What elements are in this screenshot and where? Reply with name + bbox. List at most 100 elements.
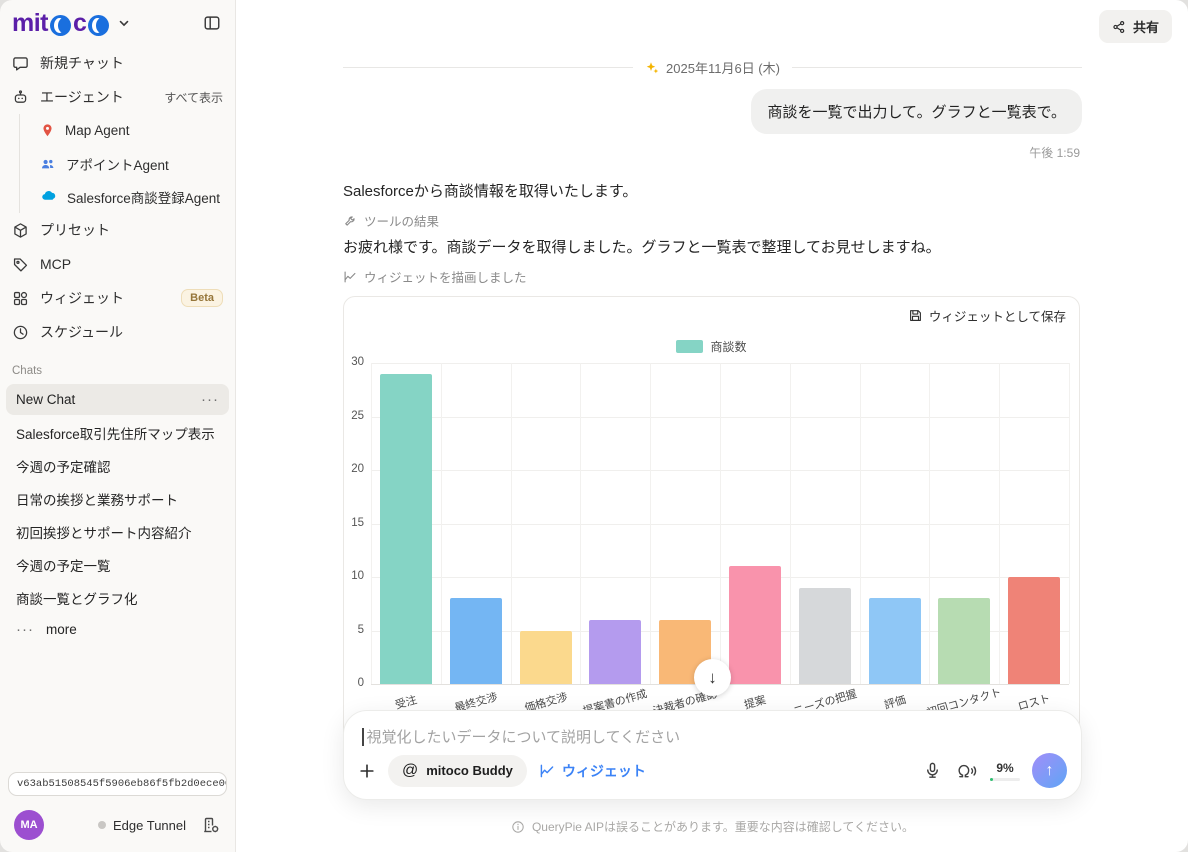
chat-item-label: New Chat — [16, 392, 201, 407]
sidebar: mitc 新規チャット エージェント すべて表示 — [0, 0, 236, 852]
sidebar-item-schedule[interactable]: スケジュール — [0, 315, 235, 349]
sidebar-item-preset[interactable]: プリセット — [0, 213, 235, 247]
gridline — [580, 363, 581, 684]
legend-swatch — [676, 340, 703, 353]
y-axis-tick: 10 — [340, 570, 364, 582]
gridline — [929, 363, 930, 684]
chevron-down-icon[interactable] — [117, 16, 131, 30]
microphone-icon[interactable] — [923, 761, 942, 780]
org-settings-icon[interactable] — [201, 815, 221, 835]
beta-badge: Beta — [181, 289, 223, 307]
edge-tunnel-status[interactable]: Edge Tunnel — [98, 818, 186, 833]
status-dot — [98, 821, 106, 829]
save-widget-button[interactable]: ウィジェットとして保存 — [908, 306, 1066, 325]
date-divider: 2025年11月6日 (木) — [343, 58, 1082, 77]
y-axis-tick: 30 — [340, 356, 364, 368]
info-icon — [511, 820, 525, 834]
mention-buddy-chip[interactable]: @ mitoco Buddy — [388, 755, 527, 787]
disclaimer-text: QueryPie AIPは誤ることがあります。重要な内容は確認してください。 — [532, 818, 914, 835]
sidebar-item-label: MCP — [40, 256, 223, 272]
gridline — [441, 363, 442, 684]
chart-legend[interactable]: 商談数 — [344, 338, 1079, 355]
sidebar-item-label: プリセット — [40, 220, 223, 240]
gridline — [371, 363, 372, 684]
widget-drawn-row[interactable]: ウィジェットを描画しました — [343, 267, 527, 286]
agent-item-salesforce[interactable]: Salesforce商談登録Agent — [20, 180, 235, 213]
logo-text-mit: mit — [12, 9, 48, 38]
agent-item-label: アポイントAgent — [66, 154, 169, 174]
message-input[interactable]: 視覚化したいデータについて説明してください — [362, 726, 1063, 747]
bar — [729, 566, 781, 684]
widget-button-label: ウィジェット — [562, 761, 646, 781]
mention-label: mitoco Buddy — [426, 763, 513, 778]
composer: 視覚化したいデータについて説明してください @ mitoco Buddy ウィジ… — [343, 710, 1082, 800]
agent-item-label: Map Agent — [65, 123, 130, 138]
share-button[interactable]: 共有 — [1099, 10, 1172, 43]
chat-list-item[interactable]: 初回挨拶とサポート内容紹介 — [6, 516, 229, 547]
widget-mode-button[interactable]: ウィジェット — [539, 761, 646, 781]
sidebar-item-label: 新規チャット — [40, 53, 223, 73]
assistant-message: Salesforceから商談情報を取得いたします。 — [343, 181, 637, 204]
y-axis-tick: 25 — [340, 410, 364, 422]
app-window: mitc 新規チャット エージェント すべて表示 — [0, 0, 1188, 852]
user-avatar[interactable]: MA — [14, 810, 44, 840]
chat-list-item[interactable]: Salesforce取引先住所マップ表示 — [6, 417, 229, 448]
widget-drawn-label: ウィジェットを描画しました — [364, 267, 527, 286]
sidebar-header: mitc — [0, 0, 235, 46]
chat-list-item[interactable]: 今週の予定確認 — [6, 450, 229, 481]
date-label: 2025年11月6日 (木) — [666, 58, 780, 77]
clock-icon — [12, 324, 29, 341]
line-chart-icon — [539, 763, 555, 779]
agents-list: Map Agent アポイントAgent Salesforce商談登録Agent — [19, 114, 235, 213]
map-pin-icon — [40, 123, 55, 138]
gridline — [790, 363, 791, 684]
disclaimer: QueryPie AIPは誤ることがあります。重要な内容は確認してください。 — [343, 818, 1082, 835]
bar — [589, 620, 641, 684]
send-button[interactable]: ↑ — [1032, 753, 1067, 788]
assistant-message: お疲れ様です。商談データを取得しました。グラフと一覧表で整理してお見せしますね。 — [343, 237, 941, 260]
people-icon — [40, 156, 56, 172]
input-placeholder: 視覚化したいデータについて説明してください — [367, 726, 681, 747]
scroll-to-bottom-button[interactable]: ↓ — [694, 659, 731, 696]
chats-section-header: Chats — [0, 349, 235, 383]
at-icon: @ — [402, 762, 418, 780]
agent-item-map[interactable]: Map Agent — [20, 114, 235, 147]
session-token-field[interactable]: v63ab51508545f5906eb86f5fb2d0ece00ac — [8, 772, 227, 796]
sidebar-item-mcp[interactable]: MCP — [0, 247, 235, 281]
gridline — [511, 363, 512, 684]
agent-item-appoint[interactable]: アポイントAgent — [20, 147, 235, 180]
tag-icon — [12, 256, 29, 273]
y-axis-tick: 20 — [340, 463, 364, 475]
edge-tunnel-label: Edge Tunnel — [113, 818, 186, 833]
usage-meter[interactable]: 9% — [990, 761, 1020, 781]
chat-list-item[interactable]: 商談一覧とグラフ化 — [6, 582, 229, 613]
sidebar-toggle-icon[interactable] — [203, 14, 221, 32]
mitoco-logo[interactable]: mitc — [12, 9, 131, 38]
chat-item-label: Salesforce取引先住所マップ表示 — [16, 423, 219, 443]
sidebar-bottom: v63ab51508545f5906eb86f5fb2d0ece00ac MA … — [0, 764, 235, 852]
chat-item-menu-icon[interactable]: ··· — [201, 391, 219, 408]
chat-list-item[interactable]: 今週の予定一覧 — [6, 549, 229, 580]
sidebar-item-agents[interactable]: エージェント すべて表示 — [0, 80, 235, 114]
agents-show-all-link[interactable]: すべて表示 — [164, 89, 223, 106]
arrow-up-icon: ↑ — [1046, 762, 1054, 780]
plus-icon[interactable] — [358, 762, 376, 780]
chat-bubble-icon — [12, 55, 29, 72]
sidebar-item-widget[interactable]: ウィジェット Beta — [0, 281, 235, 315]
chat-list-item[interactable]: New Chat ··· — [6, 384, 229, 415]
user-message-bubble: 商談を一覧で出力して。グラフと一覧表で。 — [751, 89, 1082, 134]
chat-list-item[interactable]: 日常の挨拶と業務サポート — [6, 483, 229, 514]
text-caret — [362, 728, 364, 746]
sidebar-item-new-chat[interactable]: 新規チャット — [0, 46, 235, 80]
tool-result-row[interactable]: ツールの結果 — [343, 211, 439, 230]
cube-icon — [12, 222, 29, 239]
voice-mode-icon[interactable] — [954, 761, 978, 780]
chart-plot: 051015202530受注最終交渉価格交渉提案書の作成決裁者の確認提案ニーズの… — [371, 363, 1069, 684]
chat-item-label: 今週の予定一覧 — [16, 555, 219, 575]
sidebar-item-label: エージェント — [40, 87, 153, 107]
widget-chart-card: ウィジェットとして保存 商談数 051015202530受注最終交渉価格交渉提案… — [343, 296, 1080, 770]
tool-result-label: ツールの結果 — [364, 211, 439, 230]
bar — [799, 588, 851, 684]
chats-more-button[interactable]: ··· more — [0, 614, 235, 645]
y-axis-tick: 5 — [340, 624, 364, 636]
